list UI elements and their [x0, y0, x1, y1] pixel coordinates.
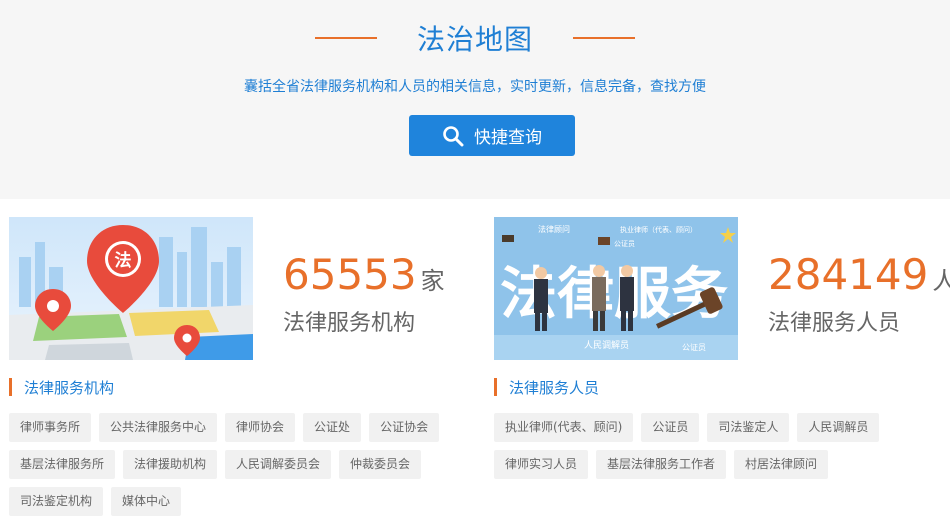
institutions-label: 法律服务机构	[283, 311, 416, 336]
institutions-count-unit: 家	[420, 267, 445, 295]
section-accent-bar	[494, 378, 497, 396]
svg-text:公证员: 公证员	[614, 240, 635, 248]
institutions-map-image[interactable]: 法	[9, 217, 253, 360]
personnel-count-unit: 人	[932, 267, 950, 295]
personnel-label: 法律服务人员	[768, 311, 901, 336]
tag-institution[interactable]: 公证协会	[369, 413, 440, 442]
tag-institution[interactable]: 公共法律服务中心	[99, 413, 218, 442]
personnel-count: 284149 人	[768, 250, 950, 306]
institutions-tag-list: 律师事务所 公共法律服务中心 律师协会 公证处 公证协会 基层法律服务所 法律援…	[9, 413, 464, 524]
map-illustration: 法	[9, 217, 253, 360]
personnel-tag-list: 执业律师(代表、顾问) 公证员 司法鉴定人 人民调解员 律师实习人员 基层法律服…	[494, 413, 949, 487]
personnel-section-label: 法律服务人员	[509, 378, 600, 397]
institutions-section-label: 法律服务机构	[24, 378, 115, 397]
institutions-count-value: 65553	[283, 250, 417, 299]
page-title: 法治地图	[416, 23, 533, 56]
search-icon	[443, 125, 464, 146]
page-subtitle: 囊括全省法律服务机构和人员的相关信息，实时更新，信息完备，查找方便	[244, 79, 706, 95]
svg-text:法律顾问: 法律顾问	[538, 224, 570, 234]
quick-search-label: 快捷查询	[474, 128, 542, 148]
svg-text:法: 法	[115, 250, 132, 271]
tag-personnel[interactable]: 基层法律服务工作者	[596, 450, 727, 479]
tag-institution[interactable]: 公证处	[303, 413, 362, 442]
personnel-image[interactable]: 法律顾问 执业律师（代表、顾问） 公证员 人民调解员 公证员 法律服务	[494, 217, 738, 360]
tag-personnel[interactable]: 律师实习人员	[494, 450, 589, 479]
institutions-count: 65553 家	[283, 250, 445, 306]
title-row: 法治地图	[0, 18, 950, 58]
title-decoration-right	[573, 37, 635, 39]
tag-institution[interactable]: 媒体中心	[111, 487, 182, 516]
personnel-count-value: 284149	[768, 250, 929, 299]
tag-personnel[interactable]: 公证员	[641, 413, 700, 442]
personnel-section-title: 法律服务人员	[494, 377, 599, 397]
hero-section: 法治地图 囊括全省法律服务机构和人员的相关信息，实时更新，信息完备，查找方便 快…	[0, 0, 950, 199]
svg-text:公证员: 公证员	[682, 343, 706, 352]
tag-institution[interactable]: 人民调解委员会	[225, 450, 332, 479]
tag-personnel[interactable]: 司法鉴定人	[707, 413, 790, 442]
tag-institution[interactable]: 律师事务所	[9, 413, 92, 442]
section-accent-bar	[9, 378, 12, 396]
svg-text:人民调解员: 人民调解员	[584, 339, 629, 351]
tag-institution[interactable]: 法律援助机构	[123, 450, 218, 479]
title-decoration-left	[314, 37, 377, 39]
tag-institution[interactable]: 律师协会	[225, 413, 296, 442]
quick-search-button[interactable]: 快捷查询	[409, 115, 575, 156]
legal-service-illustration: 法律顾问 执业律师（代表、顾问） 公证员 人民调解员 公证员 法律服务	[494, 217, 738, 360]
institutions-section-title: 法律服务机构	[9, 377, 114, 397]
tag-personnel[interactable]: 执业律师(代表、顾问)	[494, 413, 634, 442]
tag-institution[interactable]: 基层法律服务所	[9, 450, 116, 479]
tag-institution[interactable]: 司法鉴定机构	[9, 487, 104, 516]
tag-personnel[interactable]: 村居法律顾问	[734, 450, 829, 479]
tag-institution[interactable]: 仲裁委员会	[339, 450, 422, 479]
tag-personnel[interactable]: 人民调解员	[797, 413, 880, 442]
svg-text:执业律师（代表、顾问）: 执业律师（代表、顾问）	[620, 225, 697, 234]
